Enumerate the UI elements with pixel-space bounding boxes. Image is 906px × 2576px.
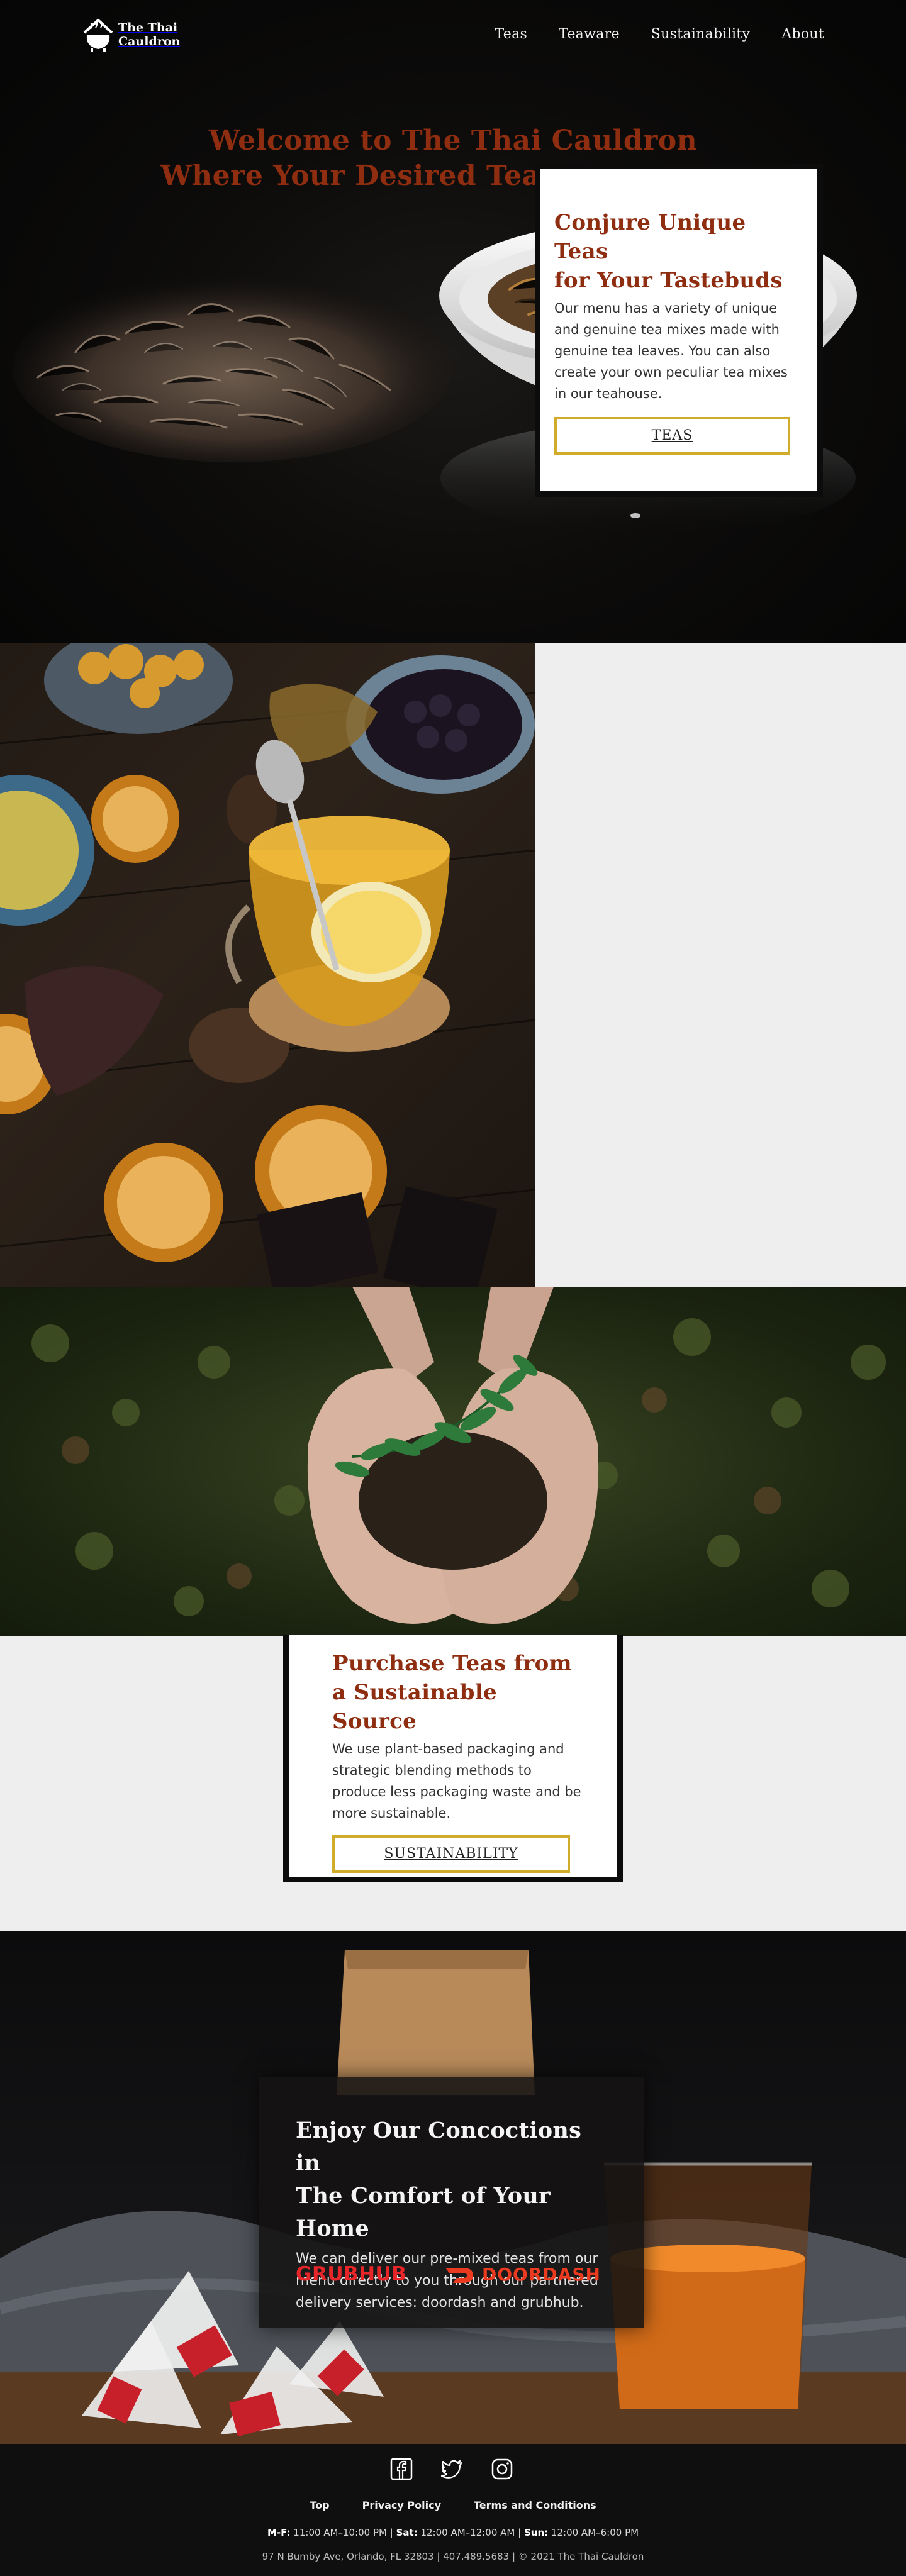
hours-sun-label: Sun: [523, 2527, 549, 2538]
instagram-link[interactable] [491, 2458, 513, 2480]
sustainable-title: Purchase Teas from a Sustainable Source [332, 1649, 584, 1736]
top-nav: The Thai Cauldron Teas Teaware Sustainab… [0, 0, 906, 72]
footer-link-top[interactable]: Top [310, 2499, 329, 2511]
hero-title-line-1: Welcome to The Thai Cauldron [208, 125, 698, 157]
conjure-title-line-1: Conjure Unique Teas [554, 210, 746, 264]
grubhub-logo[interactable]: GRUBHUB [296, 2263, 406, 2285]
conjure-title: Conjure Unique Teas for Your Tastebuds [554, 208, 793, 295]
sustainable-body: We use plant-based packaging and strateg… [332, 1741, 581, 1821]
hours-sat-value: 12:00 AM–12:00 AM [420, 2527, 515, 2538]
twitter-link[interactable] [440, 2458, 463, 2480]
conjure-section [0, 643, 906, 1287]
enjoy-title-line-1: Enjoy Our Concoctions in [296, 2118, 582, 2176]
hands-sprout-image [31, 1287, 886, 1624]
sustainable-title-line-1: Purchase Teas from [332, 1651, 572, 1676]
conjure-title-line-2: for Your Tastebuds [554, 268, 783, 293]
tea-leaves-image [13, 274, 453, 462]
site-logo[interactable]: The Thai Cauldron [82, 16, 180, 53]
cauldron-logo-icon [83, 19, 113, 52]
doordash-text: DOORDASH [482, 2264, 601, 2285]
nav-link-teas[interactable]: Teas [495, 26, 528, 42]
nav-links: Teas Teaware Sustainability About [495, 26, 825, 42]
logo-line-2: Cauldron [118, 35, 181, 48]
hours-mf-label: M-F: [267, 2527, 291, 2538]
sustainable-title-line-2: a Sustainable Source [332, 1680, 497, 1734]
opening-hours: M-F: 11:00 AM–10:00 PM | Sat: 12:00 AM–1… [267, 2527, 639, 2538]
conjure-body: Our menu has a variety of unique and gen… [554, 301, 788, 401]
facebook-link[interactable] [390, 2458, 413, 2480]
hours-sat-label: Sat: [396, 2527, 418, 2538]
enjoy-card: Enjoy Our Concoctions in The Comfort of … [259, 2077, 644, 2328]
instagram-icon [491, 2458, 513, 2480]
address-line: 97 N Bumby Ave, Orlando, FL 32803 | 407.… [262, 2551, 644, 2562]
teas-button[interactable]: TEAS [554, 417, 790, 455]
tea-cup-image [0, 643, 535, 1287]
social-links [390, 2458, 513, 2480]
sustainable-card: Purchase Teas from a Sustainable Source … [283, 1635, 623, 1882]
footer-links: Top Privacy Policy Terms and Conditions [0, 2499, 906, 2511]
logo-text: The Thai Cauldron [118, 21, 180, 48]
hours-sun-value: 12:00 AM–6:00 PM [551, 2527, 639, 2538]
enjoy-title: Enjoy Our Concoctions in The Comfort of … [296, 2114, 610, 2245]
nav-link-sustainability[interactable]: Sustainability [651, 26, 750, 42]
doordash-logo[interactable]: DOORDASH [444, 2264, 601, 2285]
footer: Top Privacy Policy Terms and Conditions … [0, 2444, 906, 2576]
doordash-icon [445, 2267, 473, 2283]
hours-mf-value: 11:00 AM–10:00 PM [293, 2527, 387, 2538]
footer-link-privacy[interactable]: Privacy Policy [362, 2499, 441, 2511]
sustainability-button[interactable]: SUSTAINABILITY [332, 1835, 570, 1873]
conjure-card: Conjure Unique Teas for Your Tastebuds O… [535, 164, 823, 497]
hands-sprout-photo [0, 1287, 906, 1636]
enjoy-title-line-2: The Comfort of Your Home [296, 2183, 551, 2241]
tea-cup-photo [0, 643, 535, 1287]
delivery-partners: GRUBHUB DOORDASH [296, 2263, 610, 2288]
logo-line-1: The Thai [118, 21, 178, 35]
nav-link-teaware[interactable]: Teaware [559, 26, 620, 42]
facebook-icon [390, 2458, 413, 2480]
nav-link-about[interactable]: About [781, 26, 824, 42]
twitter-icon [440, 2460, 462, 2479]
footer-link-terms[interactable]: Terms and Conditions [474, 2499, 596, 2511]
